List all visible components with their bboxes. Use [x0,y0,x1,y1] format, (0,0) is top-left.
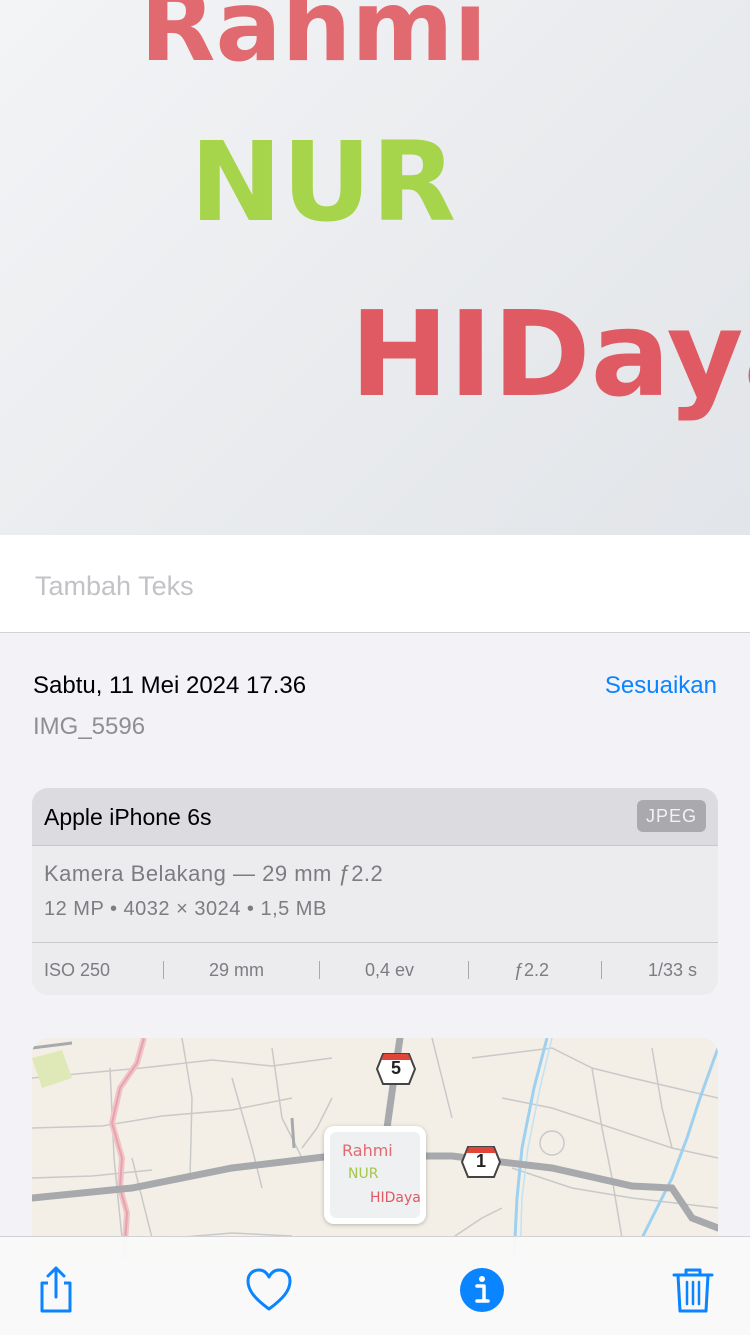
location-thumbnail: Rahmi NUR HIDaya [330,1132,420,1218]
exif-exposure: 0,4 ev [365,960,415,980]
info-button[interactable] [457,1265,507,1315]
exif-divider [163,961,164,979]
handwriting-line-2: NUR [190,118,456,246]
exif-divider [468,961,469,979]
share-icon [40,1266,72,1313]
route-shield-1: 1 [460,1145,502,1179]
exif-divider [601,961,602,979]
exif-iso: ISO 250 [44,960,111,980]
thumbnail-text-1: Rahmi [342,1141,393,1160]
capture-date: Sabtu, 11 Mei 2024 17.36 [33,672,307,699]
exif-aperture: ƒ2.2 [514,960,550,980]
image-specs: 12 MP • 4032 × 3024 • 1,5 MB [44,898,327,920]
trash-icon [672,1268,714,1313]
thumbnail-text-2: NUR [348,1166,379,1182]
info-icon [460,1268,504,1312]
adjust-button[interactable]: Sesuaikan [605,672,717,700]
route-number: 1 [475,1151,486,1171]
handwriting-line-1: Rahmi [140,0,487,84]
heart-icon [246,1268,292,1311]
photo-location-pin[interactable]: Rahmi NUR HIDaya [324,1126,426,1224]
handwriting-line-3: HIDaya [350,285,750,423]
exif-focal-length: 29 mm [209,960,265,980]
card-header: Apple iPhone 6s JPEG [32,788,718,846]
favorite-button[interactable] [244,1265,294,1315]
lens-info: Kamera Belakang — 29 mm ƒ2.2 [44,861,384,886]
share-button[interactable] [31,1265,81,1315]
photo-view[interactable]: Rahmi NUR HIDaya [0,0,750,535]
handwriting-image: Rahmi NUR HIDaya [140,0,750,423]
thumbnail-image: Rahmi NUR HIDaya [342,1141,420,1206]
exif-row: ISO 250 29 mm 0,4 ev ƒ2.2 1/33 s [32,942,718,995]
delete-button[interactable] [668,1265,718,1315]
exif-shutter: 1/33 s [648,960,698,980]
route-number: 5 [390,1058,401,1078]
caption-area [0,535,750,633]
file-name: IMG_5596 [33,713,146,740]
format-badge: JPEG [636,800,706,832]
caption-input[interactable] [33,565,717,607]
location-map[interactable]: 5 1 Rahmi NUR HIDaya [32,1038,718,1258]
device-name: Apple iPhone 6s [44,804,212,830]
bottom-toolbar [0,1236,750,1335]
camera-info-card: Apple iPhone 6s JPEG Kamera Belakang — 2… [32,788,718,995]
thumbnail-text-3: HIDaya [370,1190,420,1206]
route-shield-5: 5 [375,1052,417,1086]
exif-divider [319,961,320,979]
